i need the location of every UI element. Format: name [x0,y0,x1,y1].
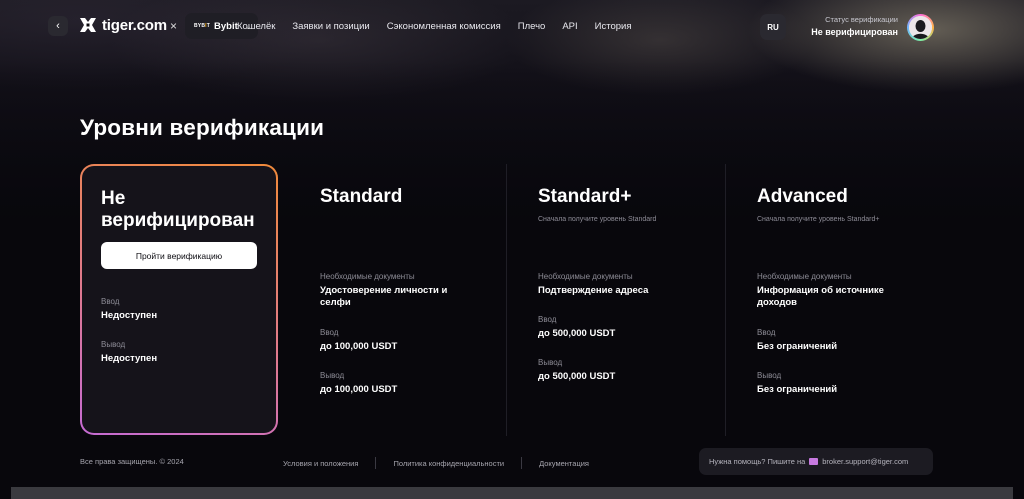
level-subtitle: Сначала получите уровень Standard [538,216,657,223]
verification-status-label: Статус верификации [825,15,898,24]
nav-item-saved-fees[interactable]: Сэкономленная комиссия [387,21,501,32]
nav-item-leverage[interactable]: Плечо [518,21,546,32]
support-text: Нужна помощь? Пишите на [709,457,806,466]
support-contact[interactable]: Нужна помощь? Пишите на broker.support@t… [699,448,933,475]
verification-status[interactable]: Статус верификации Не верифицирован [811,15,898,37]
deposit-label: Ввод [101,297,120,306]
level-card-standard-plus: Standard+ Сначала получите уровень Stand… [538,186,708,382]
withdraw-info: Вывод до 500,000 USDT [538,358,615,383]
language-switch[interactable]: RU [760,14,786,40]
nav-item-history[interactable]: История [595,21,632,32]
deposit-value: Недоступен [101,310,158,321]
level-title: Standard+ [538,186,632,207]
deposit-label: Ввод [320,328,339,337]
exchange-name: Bybit [214,20,238,32]
deposit-info: Ввод Недоступен [101,297,157,322]
deposit-value: до 500,000 USDT [538,328,616,339]
level-card-unverified-body: Не верифицирован Пройти верификацию Ввод… [82,166,276,433]
main-nav: Кошелёк Заявки и позиции Сэкономленная к… [237,21,648,32]
footer-link-docs[interactable]: Документация [539,459,589,468]
bybit-logo-suffix: T [206,23,211,29]
deposit-info: Ввод до 500,000 USDT [538,315,615,340]
docs-label: Необходимые документы [538,272,633,281]
docs-value: Удостоверение личности и селфи [320,285,448,308]
bybit-logo: BYBIT [194,23,210,29]
level-title: Не верифицирован [101,188,255,231]
withdraw-info: Вывод Недоступен [101,340,157,365]
verification-status-value: Не верифицирован [811,27,898,37]
brand-logo[interactable]: tiger.com [79,16,167,34]
level-subtitle: Сначала получите уровень Standard+ [757,216,880,223]
footer-link-separator [521,457,523,469]
footer: Все права защищены. © 2024 Условия и пол… [80,448,934,476]
withdraw-label: Вывод [101,340,126,349]
withdraw-value: до 100,000 USDT [320,384,398,395]
docs-info: Необходимые документы Подтверждение адре… [538,272,708,297]
back-button[interactable]: ‹ [48,16,68,36]
withdraw-info: Вывод до 100,000 USDT [320,371,397,396]
start-verification-button[interactable]: Пройти верификацию [101,242,257,269]
level-card-advanced: Advanced Сначала получите уровень Standa… [757,186,927,395]
docs-info: Необходимые документы Информация об исто… [757,272,927,309]
deposit-label: Ввод [538,315,557,324]
footer-link-privacy[interactable]: Политика конфиденциальности [393,459,504,468]
docs-label: Необходимые документы [320,272,415,281]
footer-links: Условия и положения Политика конфиденциа… [283,457,589,469]
withdraw-info: Вывод Без ограничений [757,371,837,396]
deposit-info: Ввод Без ограничений [757,328,837,353]
bybit-logo-prefix: BYB [194,23,206,29]
docs-value: Информация об источнике доходов [757,285,884,308]
footer-link-terms[interactable]: Условия и положения [283,459,358,468]
footer-link-separator [375,457,377,469]
deposit-value: Без ограничений [757,341,838,352]
page-title: Уровни верификации [80,115,325,140]
avatar-face-icon [909,16,932,39]
support-email[interactable]: broker.support@tiger.com [822,457,908,466]
withdraw-value: Без ограничений [757,384,838,395]
tiger-logo-icon [80,18,96,32]
user-avatar-icon[interactable] [907,14,934,41]
withdraw-value: Недоступен [101,353,158,364]
level-title: Advanced [757,186,848,207]
docs-value: Подтверждение адреса [538,285,649,296]
withdraw-label: Вывод [757,371,782,380]
deposit-value: до 100,000 USDT [320,341,398,352]
column-divider [506,164,507,436]
docs-label: Необходимые документы [757,272,852,281]
nav-item-orders[interactable]: Заявки и позиции [292,21,369,32]
mail-icon [809,458,819,465]
deposit-label: Ввод [757,328,776,337]
nav-item-api[interactable]: API [562,21,577,32]
copyright: Все права защищены. © 2024 [80,457,184,466]
withdraw-value: до 500,000 USDT [538,371,616,382]
brand-separator: × [170,19,178,33]
level-title: Standard [320,186,403,207]
horizontal-scrollbar[interactable] [11,487,1013,499]
nav-item-wallet[interactable]: Кошелёк [237,21,275,32]
brand-name: tiger.com [102,16,167,34]
deposit-info: Ввод до 100,000 USDT [320,328,397,353]
withdraw-label: Вывод [538,358,563,367]
avatar-image [909,16,932,39]
column-divider [725,164,726,436]
level-card-unverified: Не верифицирован Пройти верификацию Ввод… [80,164,278,435]
withdraw-label: Вывод [320,371,345,380]
chevron-left-icon: ‹ [56,20,60,32]
level-card-standard: Standard Необходимые документы Удостовер… [320,186,490,395]
docs-info: Необходимые документы Удостоверение личн… [320,272,490,309]
